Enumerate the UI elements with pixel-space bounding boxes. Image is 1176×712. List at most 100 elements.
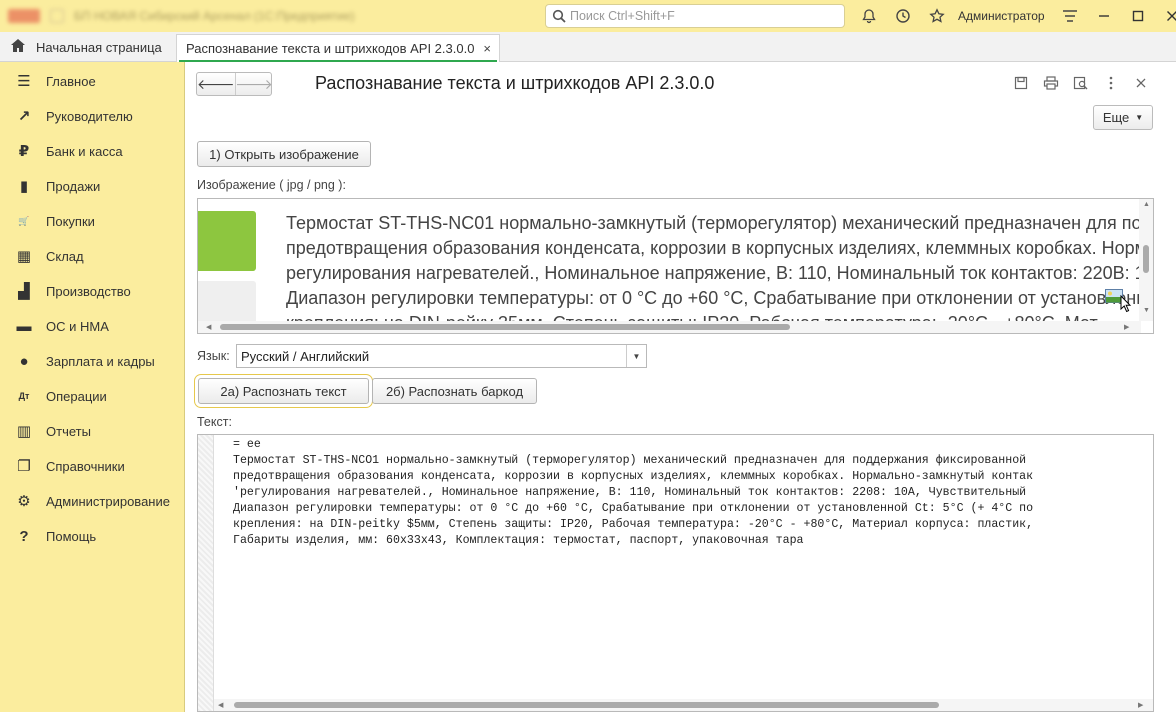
trend-icon: ↗: [17, 108, 31, 125]
tab-close-icon[interactable]: ×: [483, 41, 491, 56]
image-viewer[interactable]: Термостат ST-THS-NC01 нормально-замкнуты…: [197, 198, 1154, 334]
sidebar-item-label: ОС и НМА: [46, 319, 109, 334]
back-button[interactable]: 🡐: [197, 73, 235, 95]
recognize-text-button[interactable]: 2а) Распознать текст: [194, 374, 373, 408]
cart-icon: 🛒: [18, 215, 30, 226]
sidebar-item[interactable]: ☰ Главное: [0, 64, 185, 99]
sidebar-item-label: Склад: [46, 249, 84, 264]
image-vertical-scrollbar[interactable]: ▲ ▼: [1139, 199, 1153, 321]
app-logo: [8, 9, 40, 23]
sidebar-item-label: Помощь: [46, 529, 97, 544]
sidebar-item[interactable]: 🛒 Покупки: [0, 204, 185, 239]
minimize-icon[interactable]: [1087, 0, 1121, 32]
image-text-line: регулирования нагревателей., Номинальное…: [286, 263, 1154, 283]
sidebar-item-label: Банк и касса: [46, 144, 123, 159]
scroll-left-icon[interactable]: ◀: [218, 701, 223, 709]
tab-strip: Начальная страница Распознавание текста …: [0, 32, 1176, 62]
sidebar-item[interactable]: ▮ Продажи: [0, 169, 185, 204]
scroll-left-icon[interactable]: ◀: [206, 323, 211, 331]
sidebar-item[interactable]: ▬ ОС и НМА: [0, 309, 185, 344]
sidebar-item-label: Отчеты: [46, 424, 91, 439]
current-user[interactable]: Администратор: [954, 9, 1053, 23]
sidebar-item[interactable]: ? Помощь: [0, 519, 185, 554]
sidebar-item[interactable]: ▟ Производство: [0, 274, 185, 309]
star-icon[interactable]: [920, 0, 954, 32]
bar-chart-icon: ▥: [16, 423, 32, 440]
image-hscroll-thumb[interactable]: [220, 324, 790, 330]
image-horizontal-scrollbar[interactable]: ◀ ▶: [198, 321, 1141, 333]
print-icon[interactable]: [1036, 72, 1066, 94]
open-image-button[interactable]: 1) Открыть изображение: [197, 141, 371, 167]
sidebar-item[interactable]: ₽ Банк и касса: [0, 134, 185, 169]
tab-home[interactable]: Начальная страница: [0, 32, 172, 62]
search-icon: [550, 7, 568, 25]
form-close-icon[interactable]: [1126, 72, 1156, 94]
home-icon: [10, 38, 26, 56]
sidebar-item[interactable]: ▥ Отчеты: [0, 414, 185, 449]
image-text-line: Термостат ST-THS-NC01 нормально-замкнуты…: [286, 213, 1154, 233]
app-title-area: БП НОВАЯ Сибирский Арсенал (1С:Предприят…: [0, 0, 400, 32]
global-search-input[interactable]: Поиск Ctrl+Shift+F: [545, 4, 845, 28]
recognized-text-line: 'регулирования нагревателей., Номинально…: [233, 486, 1027, 499]
image-vscroll-thumb[interactable]: [1143, 245, 1149, 273]
more-vertical-icon[interactable]: [1096, 72, 1126, 94]
chevron-down-icon: ▼: [1135, 113, 1144, 122]
bell-icon[interactable]: [852, 0, 886, 32]
more-actions-label: Еще: [1102, 110, 1130, 125]
sidebar-item-label: Операции: [46, 389, 107, 404]
tab-ocr-form[interactable]: Распознавание текста и штрихкодов API 2.…: [176, 34, 500, 62]
text-horizontal-scrollbar[interactable]: ◀ ▶: [214, 699, 1153, 711]
text-gutter: [198, 435, 214, 711]
scroll-right-icon[interactable]: ▶: [1138, 701, 1143, 709]
shopping-bag-icon: ▮: [19, 178, 29, 195]
preview-icon[interactable]: [1066, 72, 1096, 94]
recognized-text[interactable]: = ее Термостат ST-THS-NCO1 нормально-замк…: [233, 437, 1033, 549]
form-toolbar: [1006, 72, 1156, 94]
sidebar-item[interactable]: ❐ Справочники: [0, 449, 185, 484]
menu-icon[interactable]: [1053, 0, 1087, 32]
ruble-coin-icon: ₽: [18, 143, 30, 160]
sidebar-item[interactable]: ● Зарплата и кадры: [0, 344, 185, 379]
debit-credit-icon: Дт: [18, 391, 30, 401]
factory-icon: ▟: [18, 283, 30, 300]
sidebar-item[interactable]: ⚙ Администрирование: [0, 484, 185, 519]
sidebar: ☰ Главное ↗ Руководителю ₽ Банк и касса ▮ Прода…: [0, 62, 185, 712]
recognized-text-area[interactable]: = ее Термостат ST-THS-NCO1 нормально-замк…: [197, 434, 1154, 712]
recognize-barcode-button[interactable]: 2б) Распознать баркод: [372, 378, 537, 404]
text-hscroll-thumb[interactable]: [234, 702, 939, 708]
language-label: Язык:: [197, 349, 230, 363]
image-green-block: [198, 211, 256, 271]
save-icon[interactable]: [1006, 72, 1036, 94]
recognized-text-line: крепления: на DIN-peitky $5мм, Степень з…: [233, 518, 1034, 531]
maximize-icon[interactable]: [1121, 0, 1155, 32]
mouse-cursor: [1120, 294, 1132, 316]
recognized-text-line: = ее: [233, 438, 261, 451]
scroll-right-icon[interactable]: ▶: [1124, 323, 1129, 331]
more-actions-button[interactable]: Еще ▼: [1093, 105, 1153, 130]
title-bar: БП НОВАЯ Сибирский Арсенал (1С:Предприят…: [0, 0, 1176, 32]
image-label: Изображение ( jpg / png ):: [197, 178, 346, 192]
books-icon: ❐: [17, 458, 31, 475]
scroll-up-icon[interactable]: ▲: [1143, 201, 1150, 208]
language-select[interactable]: Русский / Английский ▼: [236, 344, 647, 368]
history-icon[interactable]: [886, 0, 920, 32]
dropdown-arrow-icon[interactable]: ▼: [626, 345, 646, 367]
sidebar-item-label: Администрирование: [46, 494, 170, 509]
sidebar-item[interactable]: ▦ Склад: [0, 239, 185, 274]
sidebar-item[interactable]: ↗ Руководителю: [0, 99, 185, 134]
gear-icon: ⚙: [17, 493, 31, 510]
app-menu-icon[interactable]: [50, 9, 64, 23]
sidebar-item[interactable]: Дт Операции: [0, 379, 185, 414]
page-title: Распознавание текста и штрихкодов API 2.…: [315, 73, 715, 93]
forward-button[interactable]: 🡒: [234, 73, 273, 95]
truck-icon: ▬: [16, 317, 32, 335]
scroll-down-icon[interactable]: ▼: [1143, 307, 1150, 314]
person-icon: ●: [19, 352, 29, 370]
recognized-text-line: Габариты изделия, мм: 60x33x43, Комплект…: [233, 534, 804, 547]
help-icon: ?: [19, 527, 29, 545]
close-icon[interactable]: [1155, 0, 1176, 32]
sidebar-item-label: Главное: [46, 74, 96, 89]
app-title: БП НОВАЯ Сибирский Арсенал (1С:Предприят…: [74, 9, 355, 23]
hamburger-icon: ☰: [17, 73, 31, 90]
text-label: Текст:: [197, 415, 232, 429]
